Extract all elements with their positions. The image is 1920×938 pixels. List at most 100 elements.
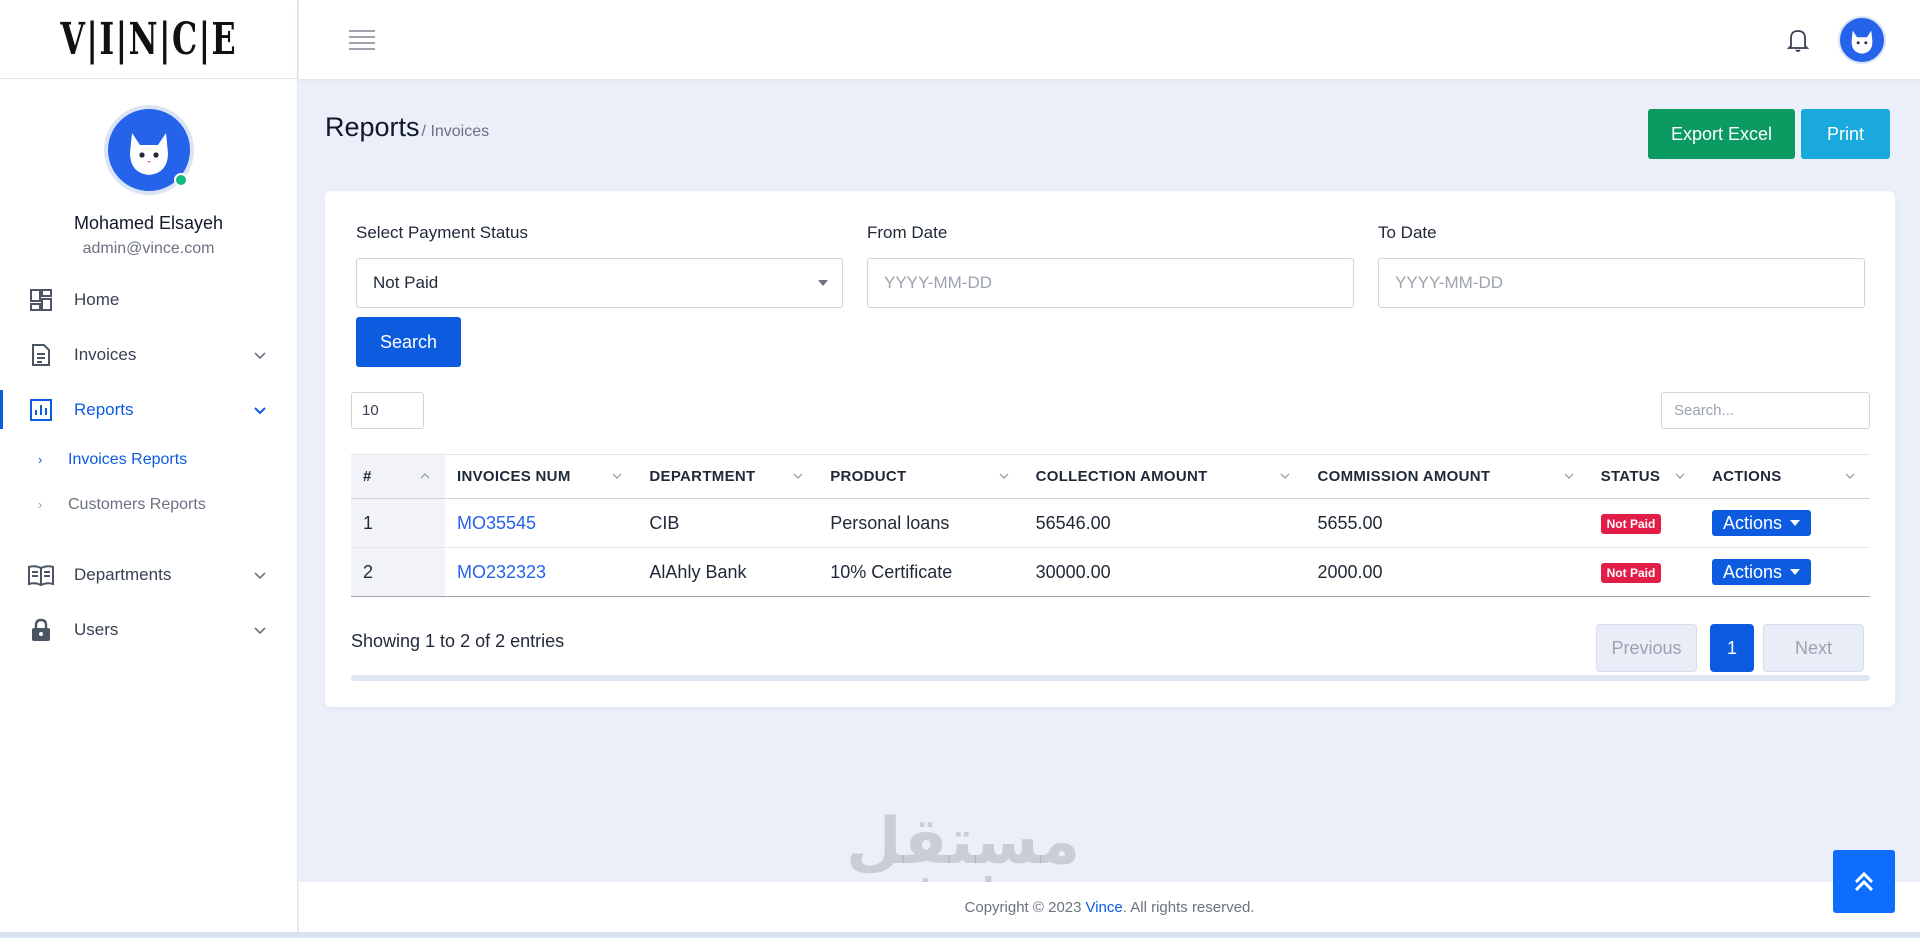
sort-down-icon	[1675, 473, 1685, 479]
collection-amount-cell: 56546.00	[1023, 498, 1306, 548]
column-header[interactable]: PRODUCT	[818, 454, 1024, 499]
chevron-right-icon: ›	[38, 452, 43, 467]
export-excel-button[interactable]: Export Excel	[1648, 109, 1795, 159]
pagination-next-button[interactable]: Next	[1763, 624, 1864, 672]
chevron-down-icon	[254, 407, 266, 415]
dashboard-icon	[28, 287, 54, 313]
horizontal-scrollbar[interactable]	[351, 675, 1870, 681]
pagination-previous-button[interactable]: Previous	[1596, 624, 1697, 672]
book-icon	[28, 562, 54, 588]
row-index: 1	[351, 498, 445, 548]
table-row: 1 MO35545 CIB Personal loans 56546.00 56…	[351, 498, 1870, 548]
sidebar-subitem-label: Customers Reports	[68, 495, 206, 513]
watermark-arabic: مستقل	[846, 805, 1081, 879]
sort-down-icon	[999, 473, 1009, 479]
footer: Copyright © 2023 Vince . All rights rese…	[299, 882, 1920, 932]
sidebar-item-reports[interactable]: Reports	[0, 382, 297, 437]
invoices-table: # INVOICES NUM DEPARTMENT PRODUCT COLLEC…	[351, 454, 1870, 597]
sidebar-item-users[interactable]: Users	[0, 602, 297, 657]
from-date-input[interactable]: YYYY-MM-DD	[867, 258, 1354, 308]
payment-status-value: Not Paid	[373, 273, 439, 292]
footer-brand-link[interactable]: Vince	[1085, 899, 1122, 916]
page-header: Reports / Invoices	[325, 112, 489, 143]
breadcrumb: / Invoices	[421, 123, 490, 140]
nav-gap	[0, 527, 297, 547]
sidebar-item-departments[interactable]: Departments	[0, 547, 297, 602]
bell-icon[interactable]	[1786, 27, 1810, 53]
scroll-to-top-button[interactable]	[1833, 850, 1895, 913]
user-name: Mohamed Elsayeh	[73, 213, 224, 233]
menu-toggle-icon[interactable]	[349, 30, 375, 50]
document-icon	[28, 342, 54, 368]
actions-cell: Actions	[1699, 498, 1870, 548]
invoice-num-cell: MO232323	[445, 547, 638, 597]
copyright-prefix: Copyright © 2023	[964, 898, 1082, 916]
status-badge: Not Paid	[1600, 563, 1662, 583]
actions-label: Actions	[1722, 512, 1782, 533]
invoice-link[interactable]: MO232323	[457, 562, 546, 582]
user-avatar-button[interactable]	[1838, 16, 1886, 64]
column-header[interactable]: COMMISSION AMOUNT	[1305, 454, 1589, 499]
chevron-down-icon	[254, 352, 266, 360]
sort-down-icon	[1280, 473, 1290, 479]
invoice-link[interactable]: MO35545	[457, 513, 536, 533]
sidebar-item-label: Departments	[74, 564, 172, 584]
pagination-page-button[interactable]: 1	[1710, 624, 1754, 672]
sidebar-subitem-invoices-reports[interactable]: › Invoices Reports	[0, 437, 297, 482]
sort-down-icon	[1564, 473, 1574, 479]
report-card: Select Payment Status Not Paid From Date…	[325, 191, 1895, 707]
logo-bar: V|I|N|C|E	[0, 0, 297, 79]
payment-status-label: Select Payment Status	[356, 223, 528, 242]
actions-dropdown-button[interactable]: Actions	[1711, 510, 1811, 536]
print-button[interactable]: Print	[1801, 109, 1890, 159]
table-row: 2 MO232323 AlAhly Bank 10% Certificate 3…	[351, 547, 1870, 597]
column-header[interactable]: DEPARTMENT	[637, 454, 819, 499]
copyright-suffix: . All rights reserved.	[1122, 898, 1255, 916]
search-button[interactable]: Search	[356, 317, 461, 367]
sidebar-item-invoices[interactable]: Invoices	[0, 327, 297, 382]
sort-down-icon	[612, 473, 622, 479]
sidebar-item-label: Users	[74, 619, 119, 639]
sort-down-icon	[1845, 473, 1855, 479]
table-search-input[interactable]: Search...	[1661, 392, 1870, 429]
status-badge: Not Paid	[1600, 514, 1662, 534]
caret-down-icon	[1789, 569, 1800, 575]
chevron-down-icon	[254, 572, 266, 580]
column-header[interactable]: #	[351, 454, 445, 499]
column-header-label: STATUS	[1600, 468, 1661, 485]
avatar[interactable]	[103, 105, 194, 195]
product-cell: Personal loans	[818, 498, 1024, 548]
actions-dropdown-button[interactable]: Actions	[1711, 559, 1811, 585]
chevron-right-icon: ›	[38, 497, 43, 512]
sidebar-item-label: Invoices	[74, 344, 137, 364]
sidebar-item-home[interactable]: Home	[0, 272, 297, 327]
commission-amount-cell: 5655.00	[1305, 498, 1589, 548]
sidebar-subitem-customers-reports[interactable]: › Customers Reports	[0, 482, 297, 527]
sort-up-icon	[420, 473, 430, 479]
column-header[interactable]: COLLECTION AMOUNT	[1023, 454, 1306, 499]
brand-logo[interactable]: V|I|N|C|E	[60, 14, 237, 65]
sidebar: V|I|N|C|E Mohamed Elsayeh admin@vince.co…	[0, 0, 298, 938]
caret-down-icon	[1789, 520, 1800, 526]
to-date-input[interactable]: YYYY-MM-DD	[1378, 258, 1865, 308]
caret-down-icon	[818, 280, 828, 286]
chevron-down-icon	[254, 627, 266, 635]
row-index: 2	[351, 547, 445, 597]
payment-status-select[interactable]: Not Paid	[356, 258, 843, 308]
lock-icon	[28, 617, 54, 643]
collection-amount-cell: 30000.00	[1023, 547, 1306, 597]
column-header-label: INVOICES NUM	[457, 468, 571, 485]
department-cell: CIB	[637, 498, 819, 548]
page-length-select[interactable]: 10	[351, 392, 424, 429]
column-header[interactable]: STATUS	[1588, 454, 1700, 499]
invoice-num-cell: MO35545	[445, 498, 638, 548]
actions-cell: Actions	[1699, 547, 1870, 597]
department-cell: AlAhly Bank	[637, 547, 819, 597]
column-header-label: COMMISSION AMOUNT	[1317, 468, 1491, 485]
cat-avatar-icon	[1851, 30, 1873, 54]
column-header[interactable]: INVOICES NUM	[445, 454, 638, 499]
from-date-placeholder: YYYY-MM-DD	[884, 273, 992, 292]
column-header[interactable]: ACTIONS	[1699, 454, 1870, 499]
column-header-label: PRODUCT	[830, 468, 907, 485]
table-info: Showing 1 to 2 of 2 entries	[351, 631, 565, 651]
